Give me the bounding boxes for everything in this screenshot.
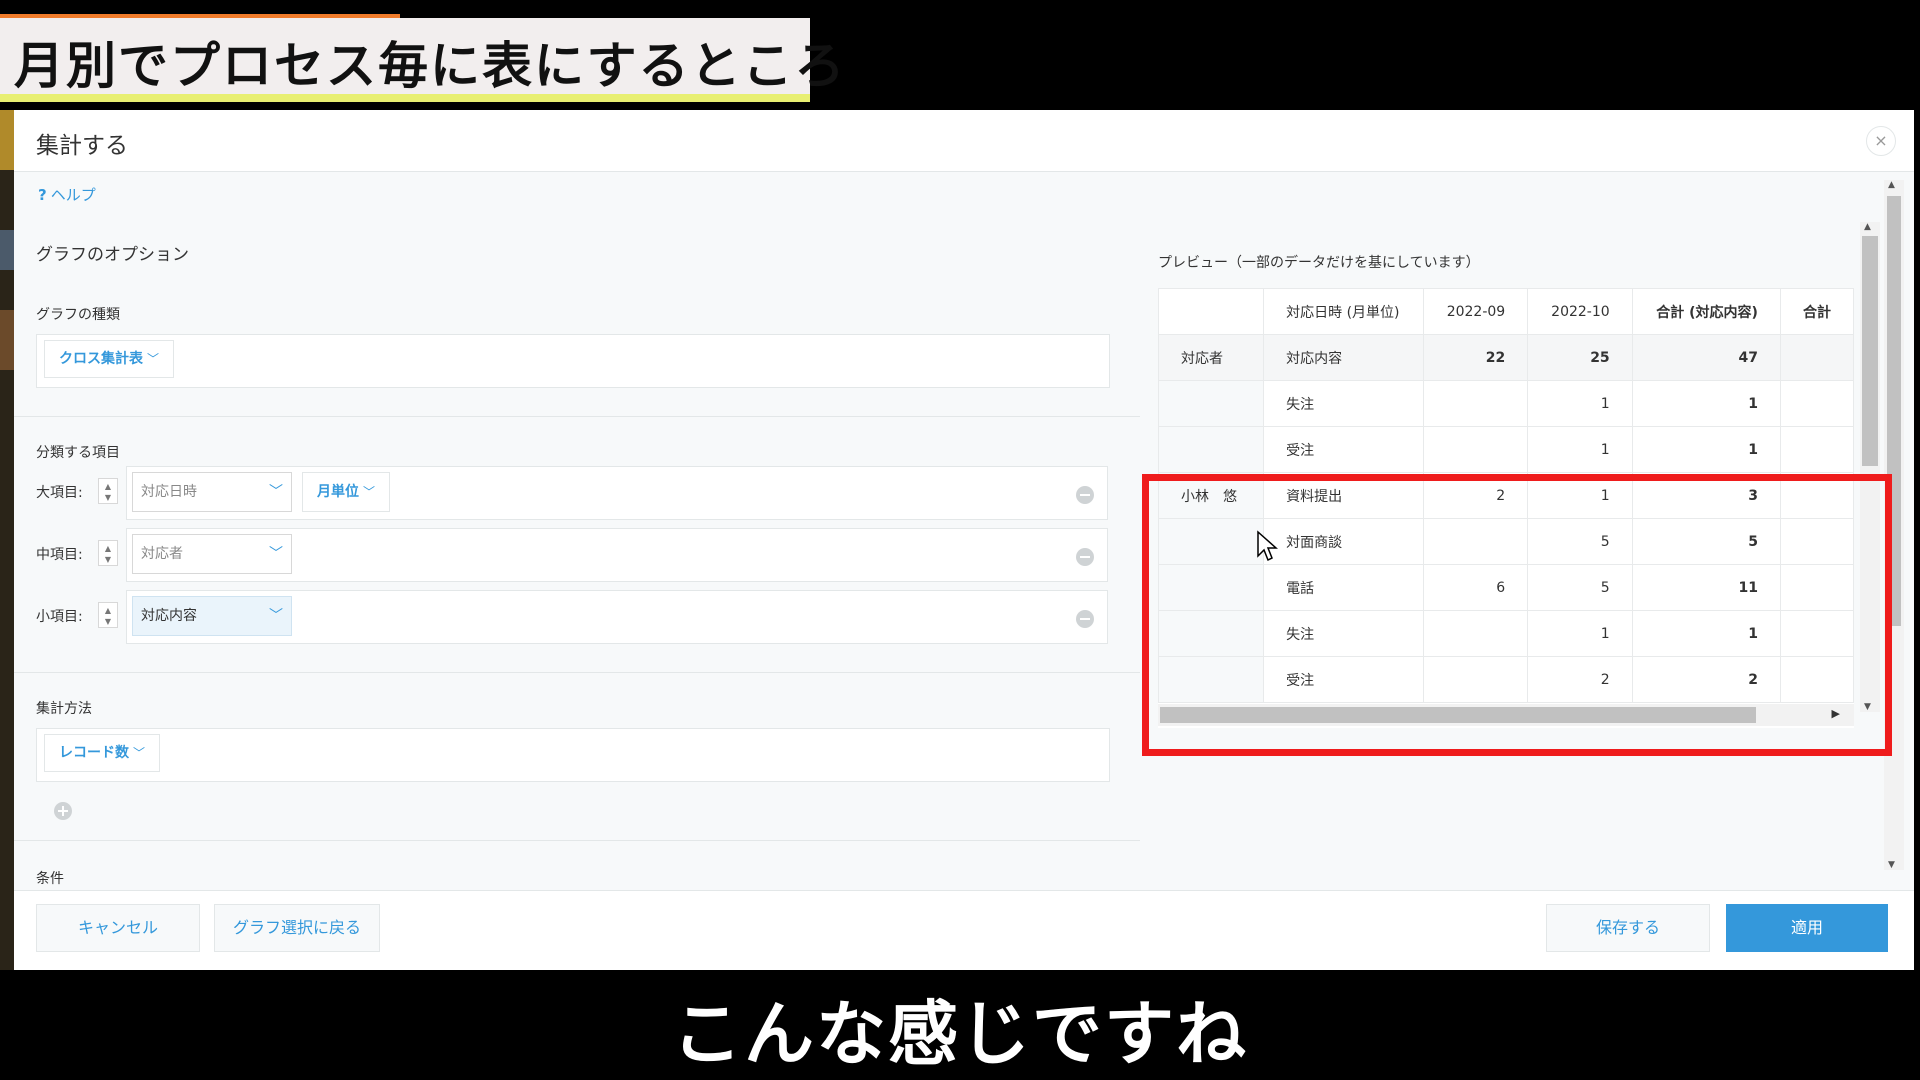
scroll-down-icon[interactable]: ▼ — [1888, 860, 1895, 870]
table-header-cell: 対応日時 (月単位) — [1263, 288, 1424, 335]
chevron-down-icon: ﹀ — [363, 485, 376, 499]
major-unit-select[interactable]: 月単位 ﹀ — [302, 472, 391, 512]
minor-field-value: 対応内容 — [141, 608, 197, 624]
chevron-down-icon: ﹀ — [269, 608, 283, 624]
table-header-cell: 2022-09 — [1422, 288, 1529, 335]
table-header-row: 対応日時 (月単位) 2022-09 2022-10 合計 (対応内容) 合計 — [1158, 288, 1854, 335]
table-row: 受注 1 1 — [1158, 426, 1854, 473]
scroll-thumb[interactable] — [1862, 236, 1878, 466]
aggregation-box — [36, 728, 1110, 782]
table-cell: 1 — [1631, 380, 1781, 427]
table-row: 失注 1 1 — [1158, 380, 1854, 427]
close-button[interactable]: × — [1866, 126, 1896, 156]
scroll-up-icon[interactable]: ▲ — [1888, 180, 1895, 190]
major-order-stepper[interactable]: ▲ ▼ — [98, 478, 118, 504]
remove-middle-icon[interactable] — [1076, 548, 1094, 566]
cancel-button[interactable]: キャンセル — [36, 904, 200, 952]
remove-major-icon[interactable] — [1076, 486, 1094, 504]
divider — [14, 672, 1140, 673]
table-cell: 受注 — [1263, 426, 1424, 473]
graph-type-value: クロス集計表 — [59, 351, 143, 367]
table-cell — [1779, 380, 1854, 427]
table-header-cell: 合計 (対応内容) — [1631, 288, 1781, 335]
table-cell — [1158, 426, 1265, 473]
overlay-title: 月別でプロセス毎に表にするところ — [14, 37, 847, 95]
aggregation-value: レコード数 — [59, 745, 129, 761]
table-cell: 22 — [1422, 334, 1529, 381]
major-item-label: 大項目: — [36, 485, 83, 501]
table-header-cell: 合計 — [1779, 288, 1854, 335]
graph-type-box — [36, 334, 1110, 388]
condition-label: 条件 — [36, 871, 64, 887]
middle-field-value: 対応者 — [141, 546, 183, 562]
scroll-up-icon[interactable]: ▲ — [1864, 222, 1871, 232]
table-row: 対応者 対応内容 22 25 47 — [1158, 334, 1854, 381]
graph-type-select[interactable]: クロス集計表 ﹀ — [44, 340, 175, 378]
video-side-strip — [0, 110, 14, 970]
middle-item-label: 中項目: — [36, 547, 83, 563]
aggregation-label: 集計方法 — [36, 701, 92, 717]
remove-minor-icon[interactable] — [1076, 610, 1094, 628]
preview-title: プレビュー（一部のデータだけを基にしています） — [1158, 255, 1480, 271]
table-cell: 失注 — [1263, 380, 1424, 427]
table-cell — [1158, 380, 1265, 427]
help-link[interactable]: ? ヘルプ — [38, 184, 96, 205]
graph-options-title: グラフのオプション — [36, 245, 189, 265]
settings-panel: グラフのオプション グラフの種類 クロス集計表 ﹀ 分類する項目 大項目: ▲ ▼ … — [14, 210, 1142, 890]
table-cell: 1 — [1631, 426, 1781, 473]
help-label: ヘルプ — [50, 186, 96, 204]
help-icon: ? — [38, 186, 47, 204]
classification-label: 分類する項目 — [36, 445, 120, 461]
table-cell — [1422, 426, 1529, 473]
mouse-cursor-icon — [1257, 530, 1278, 562]
table-cell — [1422, 380, 1529, 427]
dialog-title: 集計する — [36, 133, 128, 159]
table-cell — [1779, 334, 1854, 381]
table-header-cell — [1158, 288, 1265, 335]
divider — [14, 840, 1140, 841]
save-button[interactable]: 保存する — [1546, 904, 1710, 952]
dialog-header: 集計する × — [14, 110, 1914, 172]
apply-button[interactable]: 適用 — [1726, 904, 1888, 952]
graph-type-label: グラフの種類 — [36, 307, 120, 323]
minor-field-select[interactable]: 対応内容 ﹀ — [132, 596, 292, 636]
back-to-graph-button[interactable]: グラフ選択に戻る — [214, 904, 380, 952]
table-cell: 1 — [1527, 380, 1633, 427]
aggregation-select[interactable]: レコード数 ﹀ — [44, 734, 161, 772]
major-field-value: 対応日時 — [141, 484, 197, 500]
chevron-down-icon: ﹀ — [269, 546, 283, 562]
overlay-subtitle: こんな感じですね — [672, 993, 1248, 1075]
table-cell — [1779, 426, 1854, 473]
table-cell: 1 — [1527, 426, 1633, 473]
table-cell: 25 — [1527, 334, 1633, 381]
table-cell: 対応内容 — [1263, 334, 1424, 381]
table-cell: 対応者 — [1158, 334, 1265, 381]
chevron-down-icon: ﹀ — [133, 746, 146, 760]
chevron-down-icon: ﹀ — [269, 484, 283, 500]
table-cell: 47 — [1631, 334, 1781, 381]
major-unit-value: 月単位 — [317, 484, 359, 500]
major-field-select[interactable]: 対応日時 ﹀ — [132, 472, 292, 512]
minor-item-label: 小項目: — [36, 609, 83, 625]
divider — [14, 416, 1140, 417]
highlight-box — [1142, 474, 1892, 756]
middle-order-stepper[interactable]: ▲ ▼ — [98, 540, 118, 566]
table-header-cell: 2022-10 — [1527, 288, 1633, 335]
chevron-down-icon: ﹀ — [147, 352, 160, 366]
minor-order-stepper[interactable]: ▲ ▼ — [98, 602, 118, 628]
middle-field-select[interactable]: 対応者 ﹀ — [132, 534, 292, 574]
add-aggregation-icon[interactable] — [54, 802, 72, 820]
